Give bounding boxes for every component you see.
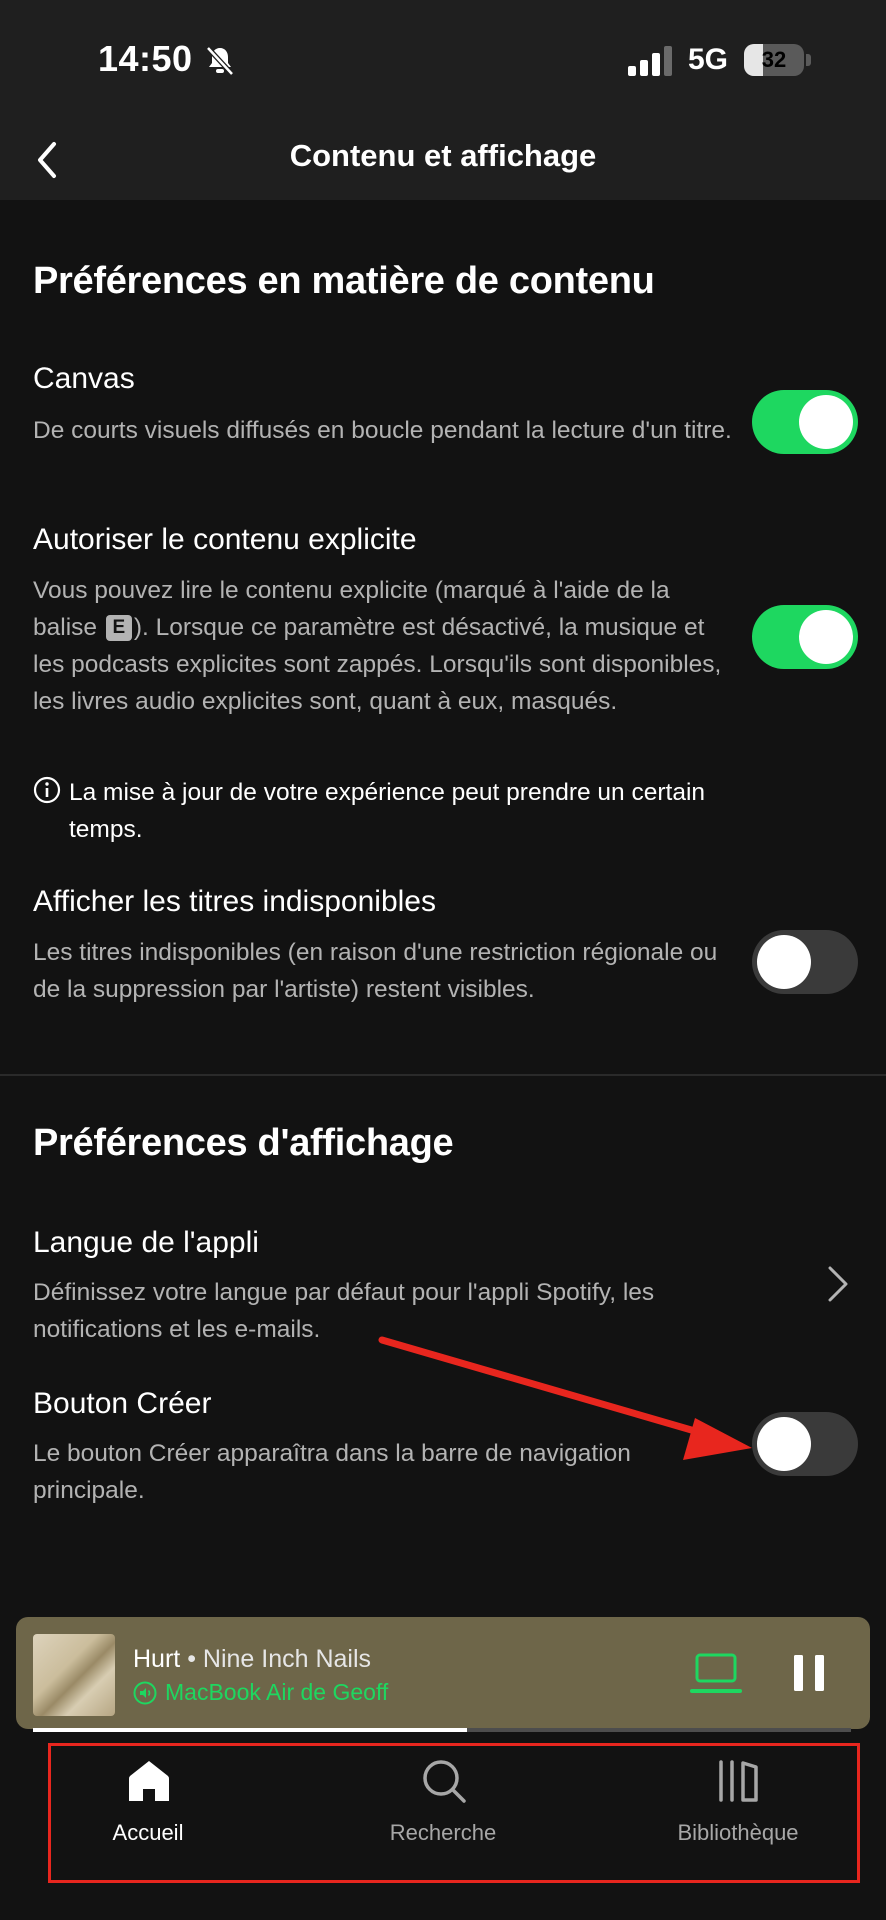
home-icon	[129, 1761, 169, 1801]
content-prefs-title: Préférences en matière de contenu	[33, 260, 655, 302]
canvas-toggle[interactable]	[752, 390, 858, 454]
pause-icon[interactable]	[791, 1653, 827, 1693]
create-button-title: Bouton Créer	[33, 1387, 212, 1420]
tab-home-label: Accueil	[112, 1820, 184, 1845]
track-artist: Nine Inch Nails	[202, 1645, 372, 1673]
battery-icon: 32	[744, 44, 812, 76]
canvas-title: Canvas	[33, 362, 135, 395]
create-button-description: Le bouton Créer apparaîtra dans la barre…	[33, 1440, 631, 1504]
speaker-icon	[133, 1681, 157, 1705]
device-name: MacBook Air de Geoff	[165, 1679, 389, 1705]
canvas-description: De courts visuels diffusés en boucle pen…	[33, 417, 732, 444]
search-icon	[423, 1760, 466, 1803]
library-icon	[719, 1760, 758, 1802]
mini-player[interactable]: Hurt • Nine Inch Nails MacBook Air de Ge…	[16, 1617, 870, 1729]
chevron-right-icon[interactable]	[826, 1264, 850, 1304]
network-type: 5G	[688, 43, 729, 76]
language-title: Langue de l'appli	[33, 1226, 259, 1259]
display-prefs-title: Préférences d'affichage	[33, 1122, 454, 1164]
bell-muted-icon	[206, 46, 234, 76]
explicit-badge: E	[105, 615, 132, 641]
page-header: Contenu et affichage	[0, 120, 886, 200]
explicit-toggle[interactable]	[752, 605, 858, 669]
status-bar: 14:50 5G 32	[0, 0, 886, 120]
unavailable-toggle[interactable]	[752, 930, 858, 994]
album-art	[33, 1634, 115, 1716]
track-title: Hurt	[133, 1645, 181, 1673]
tab-search[interactable]: Recherche	[333, 1758, 553, 1868]
language-description: Définissez votre langue par défaut pour …	[33, 1279, 655, 1343]
tab-search-label: Recherche	[389, 1820, 497, 1845]
tab-home[interactable]: Accueil	[38, 1758, 258, 1868]
section-divider	[0, 1074, 886, 1076]
tab-library-label: Bibliothèque	[677, 1820, 799, 1845]
page-title: Contenu et affichage	[289, 138, 597, 173]
tab-library[interactable]: Bibliothèque	[628, 1758, 848, 1868]
connect-device-icon[interactable]	[690, 1653, 742, 1697]
unavailable-description: Les titres indisponibles (en raison d'un…	[33, 939, 718, 1003]
signal-icon	[628, 46, 672, 76]
create-button-toggle[interactable]	[752, 1412, 858, 1476]
track-info: Hurt • Nine Inch Nails	[133, 1645, 372, 1673]
explicit-title: Autoriser le contenu explicite	[33, 523, 417, 556]
info-icon	[33, 776, 61, 804]
explicit-description: Vous pouvez lire le contenu explicite (m…	[33, 577, 722, 715]
notice-text: La mise à jour de votre expérience peut …	[69, 779, 706, 843]
status-time: 14:50	[98, 38, 193, 79]
unavailable-title: Afficher les titres indisponibles	[33, 885, 436, 918]
playback-progress[interactable]	[33, 1728, 851, 1732]
